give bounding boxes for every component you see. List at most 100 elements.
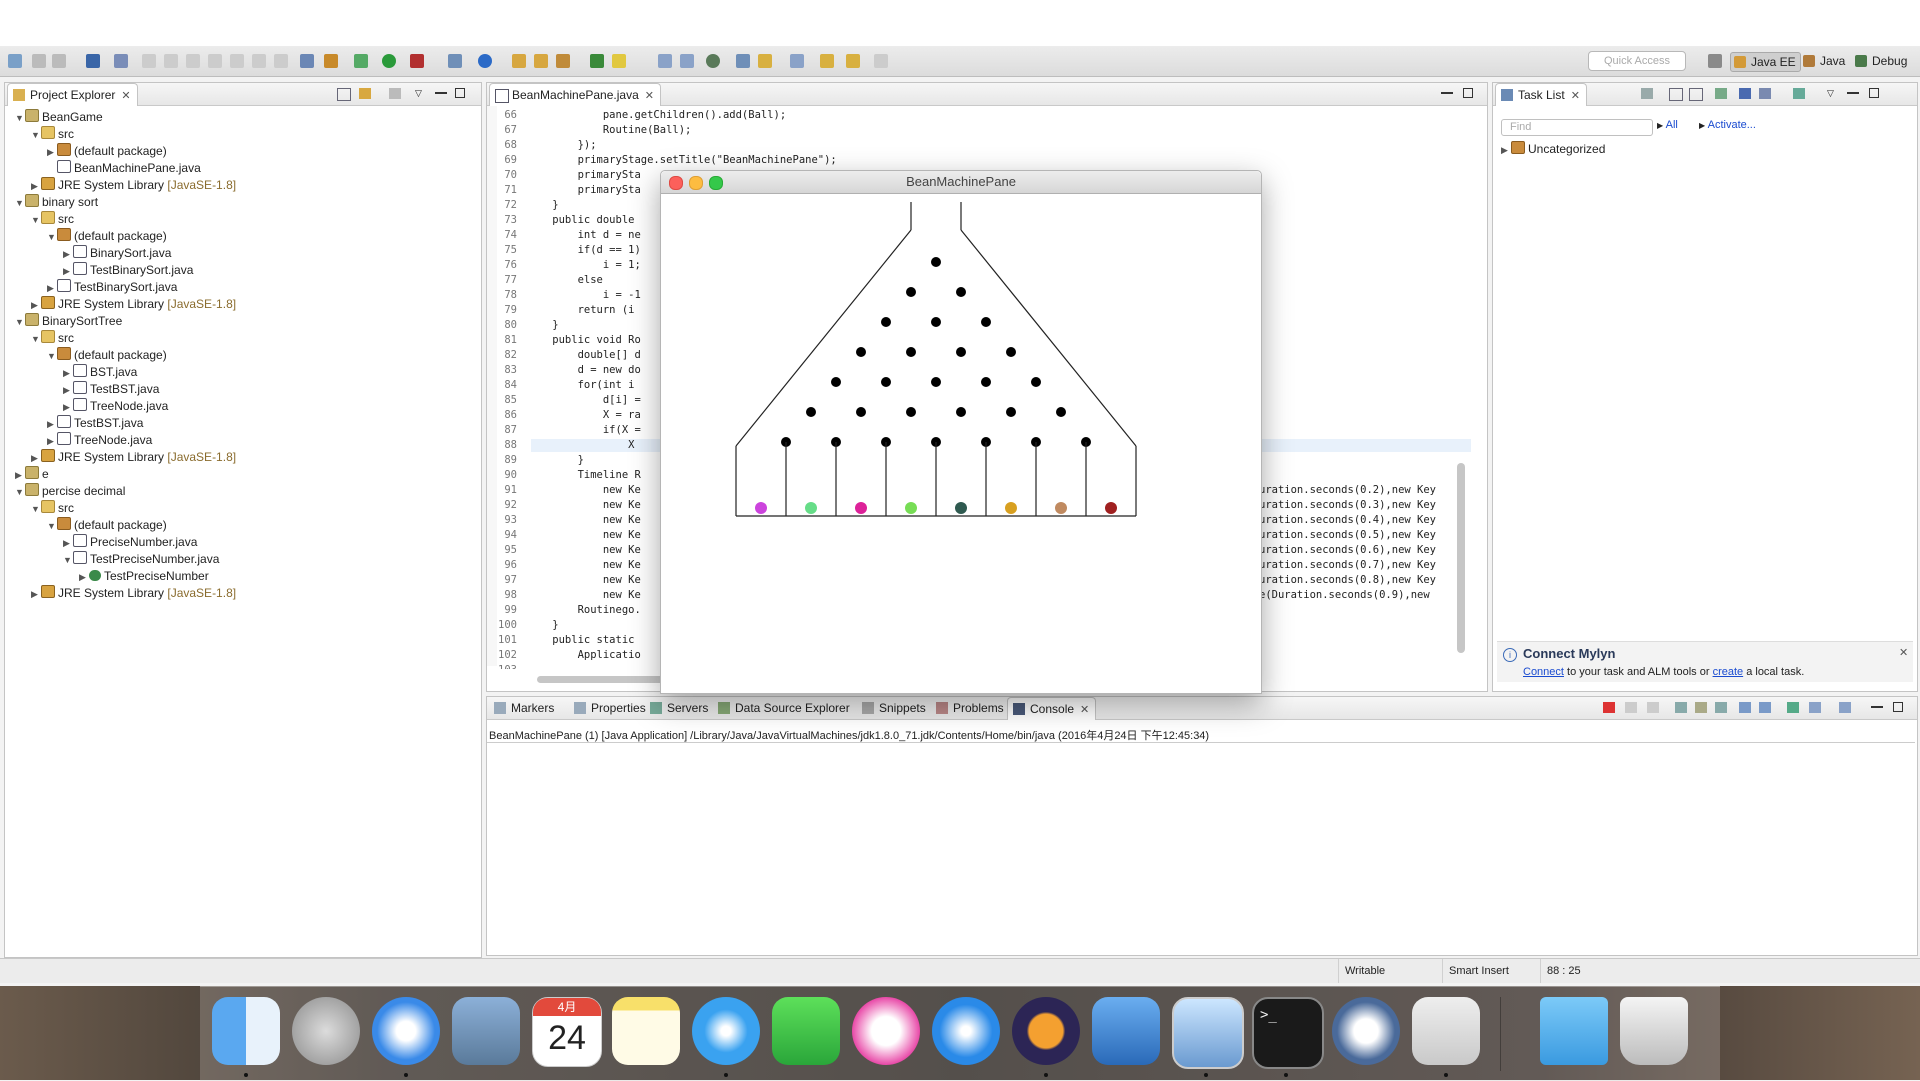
twisty-icon[interactable]: ▶	[31, 178, 41, 194]
close-icon[interactable]: ✕	[1080, 704, 1089, 716]
eclipse-icon[interactable]	[1012, 997, 1080, 1065]
twisty-icon[interactable]: ▼	[31, 212, 41, 228]
twisty-icon[interactable]: ▶	[63, 535, 73, 551]
trash-icon[interactable]	[1620, 997, 1688, 1065]
forward-icon[interactable]	[874, 54, 888, 68]
facetime-icon[interactable]	[772, 997, 840, 1065]
tree-item[interactable]: ▼ percise decimal	[15, 483, 125, 499]
tab-snippets[interactable]: Snippets	[857, 697, 932, 719]
xcode-icon[interactable]	[1092, 997, 1160, 1065]
word-wrap-icon[interactable]	[1715, 702, 1727, 713]
use-step-filters-icon[interactable]	[300, 54, 314, 68]
twisty-icon[interactable]: ▶	[63, 246, 73, 262]
collapse-all-icon[interactable]	[337, 88, 351, 101]
twisty-icon[interactable]: ▼	[15, 484, 25, 500]
back-icon[interactable]	[820, 54, 834, 68]
external-tools-icon[interactable]	[448, 54, 462, 68]
scroll-lock-icon[interactable]	[1695, 702, 1707, 713]
minimize-window-button[interactable]	[689, 176, 703, 190]
maximize-icon[interactable]	[455, 88, 465, 98]
suspend-icon[interactable]	[164, 54, 178, 68]
maximize-icon[interactable]	[1893, 702, 1903, 712]
downloads-folder-icon[interactable]	[1540, 997, 1608, 1065]
search-icon[interactable]	[556, 54, 570, 68]
open-type-icon[interactable]	[512, 54, 526, 68]
launchpad-icon[interactable]	[292, 997, 360, 1065]
twisty-icon[interactable]: ▶	[63, 382, 73, 398]
new-server-icon[interactable]	[478, 54, 492, 68]
tree-item[interactable]: ▼ (default package)	[47, 517, 167, 533]
minimize-icon[interactable]	[1847, 88, 1859, 94]
preview-icon[interactable]	[452, 997, 520, 1065]
run-icon[interactable]	[382, 54, 396, 68]
open-console-icon[interactable]	[1839, 702, 1851, 713]
back-dropdown-icon[interactable]	[846, 54, 860, 68]
system-monitor-icon[interactable]	[1172, 997, 1244, 1069]
window-titlebar[interactable]: BeanMachinePane	[661, 171, 1261, 194]
tab-project-explorer[interactable]: Project Explorer ✕	[7, 83, 138, 106]
twisty-icon[interactable]: ▶	[47, 144, 57, 160]
tree-item[interactable]: ▼ binary sort	[15, 194, 98, 210]
create-link[interactable]: create	[1713, 666, 1744, 678]
show-on-error-icon[interactable]	[1759, 702, 1771, 713]
tree-item[interactable]: ▶ e	[15, 466, 49, 482]
tab-task-list[interactable]: Task List ✕	[1495, 83, 1587, 106]
maximize-icon[interactable]	[1463, 88, 1473, 98]
terminal-icon[interactable]: >_	[1252, 997, 1324, 1069]
twisty-icon[interactable]: ▶	[1501, 142, 1511, 158]
tree-item[interactable]: ▼ TestPreciseNumber.java	[63, 551, 219, 567]
minimize-icon[interactable]	[435, 88, 447, 94]
close-icon[interactable]: ✕	[1571, 90, 1580, 102]
twisty-icon[interactable]: ▶	[47, 280, 57, 296]
tree-item[interactable]: ▶ TestBST.java	[63, 381, 159, 397]
zoom-window-button[interactable]	[709, 176, 723, 190]
tree-item[interactable]: ▶ BST.java	[63, 364, 137, 380]
safari-icon[interactable]	[372, 997, 440, 1065]
tab-beanmachinepane-java[interactable]: BeanMachinePane.java ✕	[489, 83, 661, 106]
minimize-icon[interactable]	[1441, 88, 1453, 94]
tab-data-source-explorer[interactable]: Data Source Explorer	[713, 697, 856, 719]
close-icon[interactable]: ✕	[645, 90, 654, 102]
twisty-icon[interactable]: ▶	[63, 263, 73, 279]
twisty-icon[interactable]: ▼	[15, 110, 25, 126]
twisty-icon[interactable]: ▶	[31, 586, 41, 602]
show-on-output-icon[interactable]	[1739, 702, 1751, 713]
filter-icon[interactable]	[389, 88, 401, 99]
perspective-java-ee[interactable]: Java EE	[1730, 52, 1801, 72]
synchronize-icon[interactable]	[1739, 88, 1751, 99]
tree-item[interactable]: ▼ src	[31, 211, 74, 227]
categorized-icon[interactable]	[1669, 88, 1683, 101]
task-find-input[interactable]: Find	[1501, 119, 1653, 136]
maximize-icon[interactable]	[1869, 88, 1879, 98]
tree-item[interactable]: ▼ (default package)	[47, 347, 167, 363]
tab-markers[interactable]: Markers	[489, 697, 560, 719]
step-into-icon[interactable]	[230, 54, 244, 68]
pin-icon[interactable]	[736, 54, 750, 68]
tree-item[interactable]: ▶ JRE System Library [JavaSE-1.8]	[31, 177, 236, 193]
tab-console[interactable]: Console ✕	[1007, 697, 1097, 720]
build-icon[interactable]	[324, 54, 338, 68]
twisty-icon[interactable]: ▼	[47, 518, 57, 534]
tree-item[interactable]: ▶ (default package)	[47, 143, 167, 159]
resume-icon[interactable]	[142, 54, 156, 68]
twisty-icon[interactable]: ▶	[63, 365, 73, 381]
twisty-icon[interactable]: ▼	[31, 501, 41, 517]
finder-icon[interactable]	[212, 997, 280, 1065]
tree-item[interactable]: ▶ TestBinarySort.java	[63, 262, 193, 278]
tree-item[interactable]: ▶ TreeNode.java	[63, 398, 168, 414]
clear-console-icon[interactable]	[1675, 702, 1687, 713]
next-annotation-icon[interactable]	[590, 54, 604, 68]
disconnect-icon[interactable]	[208, 54, 222, 68]
tree-item[interactable]: ▶ JRE System Library [JavaSE-1.8]	[31, 449, 236, 465]
task-filter-all[interactable]: ▶ All	[1657, 119, 1678, 131]
last-edit-icon[interactable]	[790, 54, 804, 68]
view-menu-icon[interactable]: ▽	[415, 88, 427, 99]
next-edit-icon[interactable]	[758, 54, 772, 68]
twisty-icon[interactable]: ▶	[47, 416, 57, 432]
highlight-icon[interactable]	[612, 54, 626, 68]
twisty-icon[interactable]: ▼	[31, 127, 41, 143]
twisty-icon[interactable]: ▼	[47, 348, 57, 364]
remove-all-icon[interactable]	[1647, 702, 1659, 713]
perspective-java[interactable]: Java	[1800, 52, 1849, 70]
twisty-icon[interactable]: ▶	[47, 433, 57, 449]
